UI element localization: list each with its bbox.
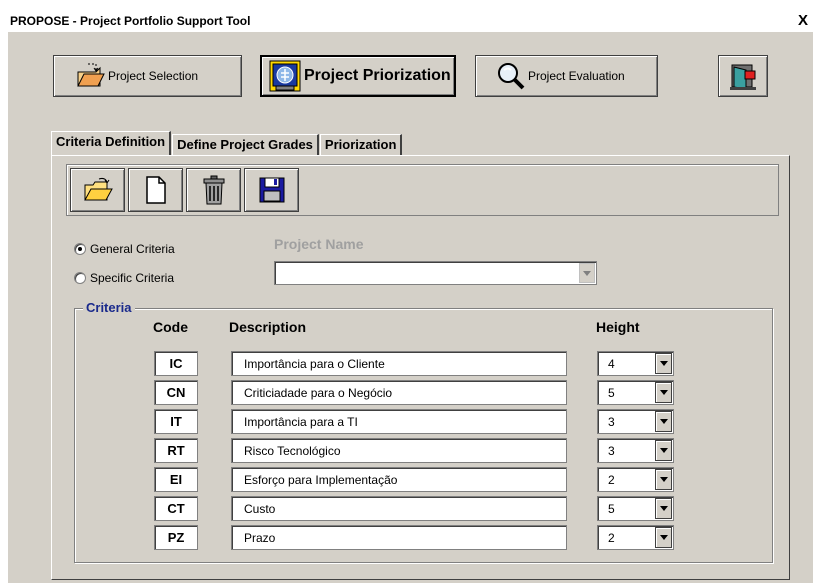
- project-priorization-button[interactable]: Project Priorization: [260, 55, 456, 97]
- general-criteria-radio[interactable]: General Criteria: [74, 242, 175, 256]
- code-header: Code: [153, 319, 188, 335]
- height-dropdown-arrow[interactable]: [655, 498, 672, 519]
- project-selection-label: Project Selection: [108, 69, 199, 83]
- project-priorization-icon: [269, 60, 301, 92]
- project-evaluation-button[interactable]: Project Evaluation: [475, 55, 658, 97]
- project-priorization-label: Project Priorization: [304, 67, 451, 84]
- project-evaluation-label: Project Evaluation: [528, 69, 625, 83]
- height-value: 4: [608, 357, 615, 371]
- height-value: 2: [608, 531, 615, 545]
- code-field[interactable]: CT: [154, 496, 198, 521]
- description-field[interactable]: Esforço para Implementação: [231, 467, 567, 492]
- new-document-icon: [145, 176, 166, 204]
- description-field[interactable]: Risco Tecnológico: [231, 438, 567, 463]
- height-value: 5: [608, 502, 615, 516]
- app-window: PROPOSE - Project Portfolio Support Tool…: [8, 12, 813, 583]
- criteria-definition-panel: General Criteria Specific Criteria Proje…: [51, 155, 790, 580]
- project-selection-icon: [77, 63, 105, 87]
- description-field[interactable]: Importância para o Cliente: [231, 351, 567, 376]
- save-disk-icon: [259, 177, 284, 203]
- height-dropdown-arrow[interactable]: [655, 440, 672, 461]
- trash-icon: [203, 175, 224, 205]
- height-value: 3: [608, 444, 615, 458]
- tab-define-project-grades[interactable]: Define Project Grades: [172, 134, 319, 155]
- criteria-frame: Criteria Code Description Height IC Impo…: [74, 300, 773, 563]
- delete-button[interactable]: [186, 168, 241, 212]
- description-field[interactable]: Custo: [231, 496, 567, 521]
- file-toolbar: [66, 164, 779, 216]
- specific-criteria-label: Specific Criteria: [90, 271, 175, 285]
- code-field[interactable]: EI: [154, 467, 198, 492]
- height-dropdown-arrow[interactable]: [655, 469, 672, 490]
- tab-criteria-definition[interactable]: Criteria Definition: [51, 131, 172, 155]
- height-select[interactable]: 3: [597, 438, 674, 463]
- project-selection-button[interactable]: Project Selection: [53, 55, 242, 97]
- height-select[interactable]: 5: [597, 380, 674, 405]
- window-title: PROPOSE - Project Portfolio Support Tool: [10, 14, 251, 28]
- specific-criteria-radio[interactable]: Specific Criteria: [74, 271, 174, 285]
- height-dropdown-arrow[interactable]: [655, 353, 672, 374]
- code-field[interactable]: RT: [154, 438, 198, 463]
- height-dropdown-arrow[interactable]: [655, 411, 672, 432]
- general-criteria-radio-dot[interactable]: [74, 243, 86, 255]
- exit-button[interactable]: [718, 55, 768, 97]
- tab-strip: Criteria Definition Define Project Grade…: [51, 131, 403, 155]
- height-select[interactable]: 5: [597, 496, 674, 521]
- height-select[interactable]: 2: [597, 525, 674, 550]
- height-value: 3: [608, 415, 615, 429]
- new-button[interactable]: [128, 168, 183, 212]
- project-name-label: Project Name: [274, 236, 364, 252]
- height-select[interactable]: 4: [597, 351, 674, 376]
- specific-criteria-radio-dot[interactable]: [74, 272, 86, 284]
- code-field[interactable]: IT: [154, 409, 198, 434]
- code-field[interactable]: PZ: [154, 525, 198, 550]
- code-field[interactable]: IC: [154, 351, 198, 376]
- description-header: Description: [229, 319, 307, 335]
- title-bar: PROPOSE - Project Portfolio Support Tool…: [8, 12, 813, 32]
- description-field[interactable]: Importância para a TI: [231, 409, 567, 434]
- height-value: 5: [608, 386, 615, 400]
- open-button[interactable]: [70, 168, 125, 212]
- general-criteria-label: General Criteria: [90, 242, 175, 256]
- height-value: 2: [608, 473, 615, 487]
- criteria-frame-label: Criteria: [83, 300, 135, 315]
- description-field[interactable]: Criticiadade para o Negócio: [231, 380, 567, 405]
- code-field[interactable]: CN: [154, 380, 198, 405]
- project-name-select[interactable]: [274, 261, 597, 285]
- tab-priorization[interactable]: Priorization: [319, 134, 403, 155]
- height-select[interactable]: 3: [597, 409, 674, 434]
- height-dropdown-arrow[interactable]: [655, 527, 672, 548]
- save-button[interactable]: [244, 168, 299, 212]
- exit-door-icon: [730, 64, 756, 90]
- description-field[interactable]: Prazo: [231, 525, 567, 550]
- height-dropdown-arrow[interactable]: [655, 382, 672, 403]
- magnifier-icon: [498, 63, 525, 90]
- height-select[interactable]: 2: [597, 467, 674, 492]
- close-button[interactable]: X: [795, 12, 811, 30]
- project-name-dropdown-arrow[interactable]: [579, 263, 595, 283]
- height-header: Height: [596, 319, 640, 335]
- open-folder-icon: [83, 177, 113, 201]
